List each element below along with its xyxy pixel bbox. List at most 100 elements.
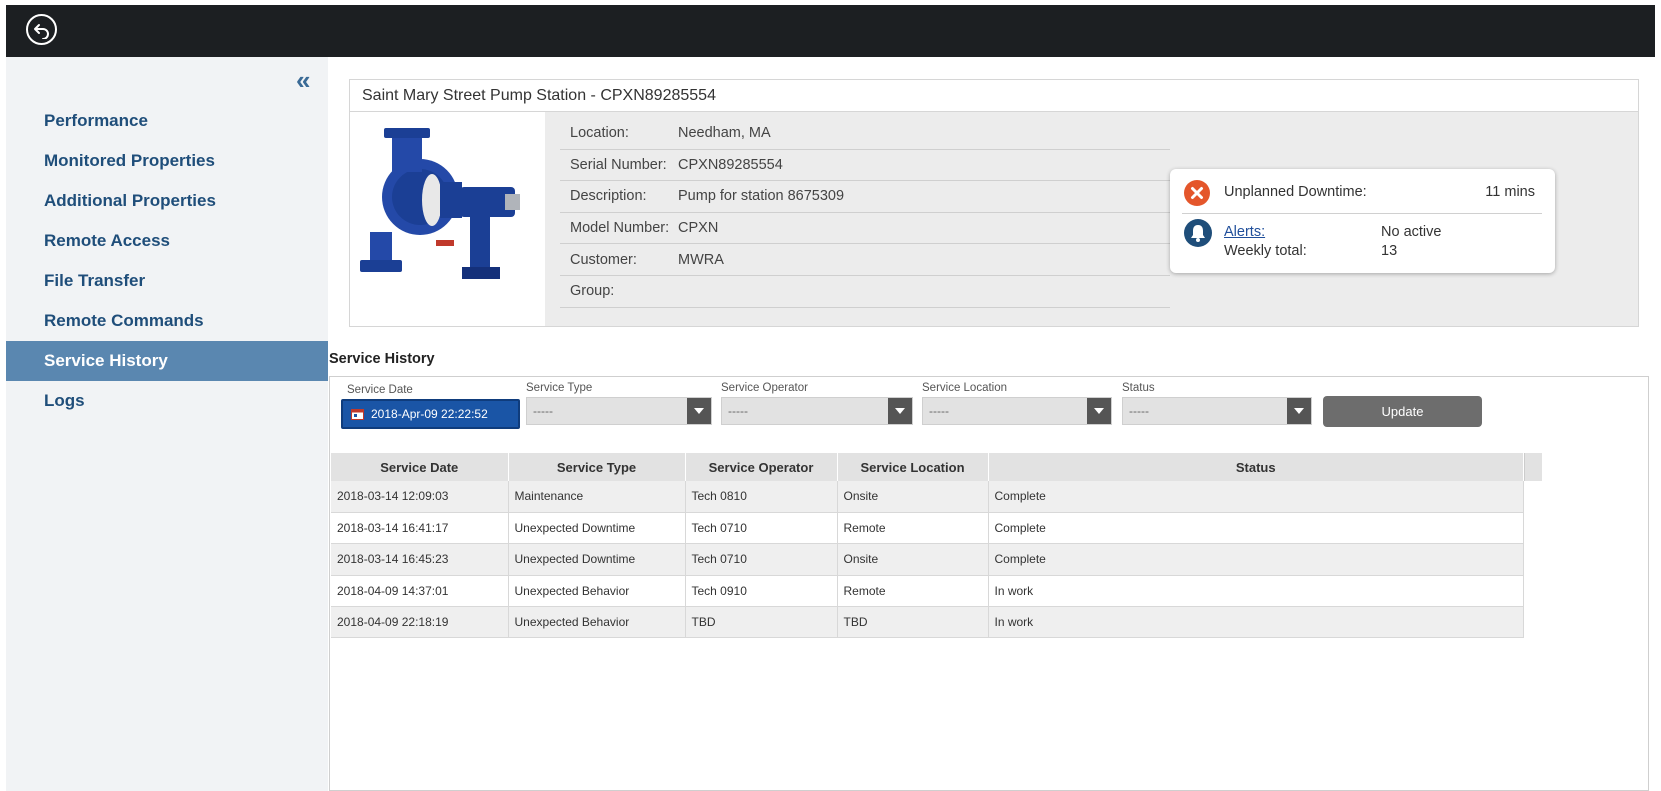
downtime-value: 11 mins: [1485, 184, 1535, 200]
weekly-total-label: Weekly total:: [1224, 243, 1307, 259]
table-row[interactable]: 2018-04-09 22:18:19 Unexpected Behavior …: [331, 606, 1524, 639]
divider: [1182, 213, 1542, 214]
back-button[interactable]: [26, 14, 57, 45]
double-chevron-left-icon[interactable]: «: [296, 65, 311, 96]
detail-value: Pump for station 8675309: [678, 188, 845, 205]
service-location-select[interactable]: -----: [922, 397, 1112, 425]
filter-label-status: Status: [1122, 382, 1155, 394]
cell-service-location: Remote: [837, 512, 989, 545]
cell-service-date: 2018-04-09 14:37:01: [331, 575, 509, 608]
sidebar-item-remote-commands[interactable]: Remote Commands: [6, 301, 328, 341]
weekly-total-value: 13: [1381, 243, 1398, 259]
cell-service-type: Maintenance: [508, 481, 686, 513]
status-value: -----: [1129, 404, 1149, 418]
section-title: Service History: [329, 351, 435, 367]
table-header-row: Service Date Service Type Service Operat…: [331, 453, 1524, 481]
downtime-label: Unplanned Downtime:: [1224, 184, 1367, 200]
downtime-row: Unplanned Downtime: 11 mins: [1170, 169, 1555, 213]
sidebar-item-remote-access[interactable]: Remote Access: [6, 221, 328, 261]
service-date-picker[interactable]: 2018-Apr-09 22:22:52: [341, 399, 520, 429]
table: Service Date Service Type Service Operat…: [331, 453, 1524, 639]
cell-service-type: Unexpected Behavior: [508, 575, 686, 608]
sidebar-item-monitored-properties[interactable]: Monitored Properties: [6, 141, 328, 181]
cell-status: Complete: [988, 543, 1524, 576]
filter-label-service-type: Service Type: [526, 382, 593, 394]
sidebar: « Performance Monitored Properties Addit…: [6, 57, 328, 791]
service-operator-select[interactable]: -----: [721, 397, 913, 425]
detail-row-customer: Customer: MWRA: [560, 244, 1170, 276]
detail-value: MWRA: [678, 251, 724, 268]
cell-service-operator: Tech 0710: [685, 512, 838, 545]
detail-label: Model Number:: [570, 220, 670, 237]
cell-service-date: 2018-04-09 22:18:19: [331, 606, 509, 639]
filter-label-service-date: Service Date: [347, 384, 413, 396]
pump-image: [350, 112, 545, 326]
filter-bar: Service Date 2018-Apr-09 22:22:52 Servic…: [329, 376, 1649, 454]
calendar-icon: [351, 409, 364, 420]
cell-service-operator: TBD: [685, 606, 838, 639]
cell-service-date: 2018-03-14 16:41:17: [331, 512, 509, 545]
table-row[interactable]: 2018-03-14 16:45:23 Unexpected Downtime …: [331, 543, 1524, 576]
detail-value: CPXN: [678, 220, 719, 237]
detail-label: Customer:: [570, 251, 637, 268]
cell-service-date: 2018-03-14 12:09:03: [331, 481, 509, 513]
cell-status: Complete: [988, 481, 1524, 513]
cell-service-operator: Tech 0710: [685, 543, 838, 576]
status-card: Unplanned Downtime: 11 mins Alerts: No a…: [1170, 169, 1555, 273]
detail-label: Serial Number:: [570, 156, 667, 173]
service-location-value: -----: [929, 404, 949, 418]
detail-row-serial-number: Serial Number: CPXN89285554: [560, 150, 1170, 182]
table-row[interactable]: 2018-03-14 16:41:17 Unexpected Downtime …: [331, 512, 1524, 545]
cell-service-type: Unexpected Behavior: [508, 606, 686, 639]
back-arrow-icon: [33, 23, 49, 39]
sidebar-item-service-history[interactable]: Service History: [6, 341, 328, 381]
error-x-icon: [1184, 180, 1210, 206]
table-row[interactable]: 2018-04-09 14:37:01 Unexpected Behavior …: [331, 575, 1524, 608]
caret-down-icon: [888, 398, 912, 424]
cell-status: Complete: [988, 512, 1524, 545]
filter-label-service-operator: Service Operator: [721, 382, 808, 394]
detail-row-location: Location: Needham, MA: [560, 118, 1170, 150]
cell-service-operator: Tech 0810: [685, 481, 838, 513]
detail-row-group: Group:: [560, 276, 1170, 308]
sidebar-item-file-transfer[interactable]: File Transfer: [6, 261, 328, 301]
detail-label: Location:: [570, 125, 629, 142]
service-history-table: Service Date Service Type Service Operat…: [329, 453, 1649, 791]
column-header-service-date[interactable]: Service Date: [331, 453, 509, 481]
detail-row-model-number: Model Number: CPXN: [560, 213, 1170, 245]
sidebar-nav: Performance Monitored Properties Additio…: [6, 101, 328, 421]
service-type-select[interactable]: -----: [526, 397, 712, 425]
detail-label: Group:: [570, 283, 615, 300]
detail-value: Needham, MA: [678, 125, 771, 142]
column-header-service-type[interactable]: Service Type: [508, 453, 686, 481]
update-button[interactable]: Update: [1323, 396, 1482, 427]
cell-service-location: Onsite: [837, 481, 989, 513]
cell-service-location: Remote: [837, 575, 989, 608]
detail-row-description: Description: Pump for station 8675309: [560, 181, 1170, 213]
column-header-service-location[interactable]: Service Location: [837, 453, 989, 481]
cell-service-type: Unexpected Downtime: [508, 512, 686, 545]
cell-service-location: Onsite: [837, 543, 989, 576]
cell-service-location: TBD: [837, 606, 989, 639]
cell-service-type: Unexpected Downtime: [508, 543, 686, 576]
detail-label: Description:: [570, 188, 647, 205]
service-operator-value: -----: [728, 404, 748, 418]
table-row[interactable]: 2018-03-14 12:09:03 Maintenance Tech 081…: [331, 481, 1524, 513]
sidebar-item-additional-properties[interactable]: Additional Properties: [6, 181, 328, 221]
bell-icon: [1184, 219, 1212, 247]
asset-info-panel: Location: Needham, MA Serial Number: CPX…: [349, 111, 1639, 327]
column-header-service-operator[interactable]: Service Operator: [685, 453, 838, 481]
caret-down-icon: [687, 398, 711, 424]
cell-status: In work: [988, 606, 1524, 639]
sidebar-item-logs[interactable]: Logs: [6, 381, 328, 421]
sidebar-item-performance[interactable]: Performance: [6, 101, 328, 141]
caret-down-icon: [1087, 398, 1111, 424]
caret-down-icon: [1287, 398, 1311, 424]
status-select[interactable]: -----: [1122, 397, 1312, 425]
top-bar: [6, 5, 1655, 57]
column-header-status[interactable]: Status: [988, 453, 1524, 481]
alerts-value: No active: [1381, 224, 1442, 240]
service-date-value: 2018-Apr-09 22:22:52: [371, 407, 488, 421]
alerts-link[interactable]: Alerts:: [1224, 224, 1265, 240]
asset-details: Location: Needham, MA Serial Number: CPX…: [560, 118, 1170, 308]
